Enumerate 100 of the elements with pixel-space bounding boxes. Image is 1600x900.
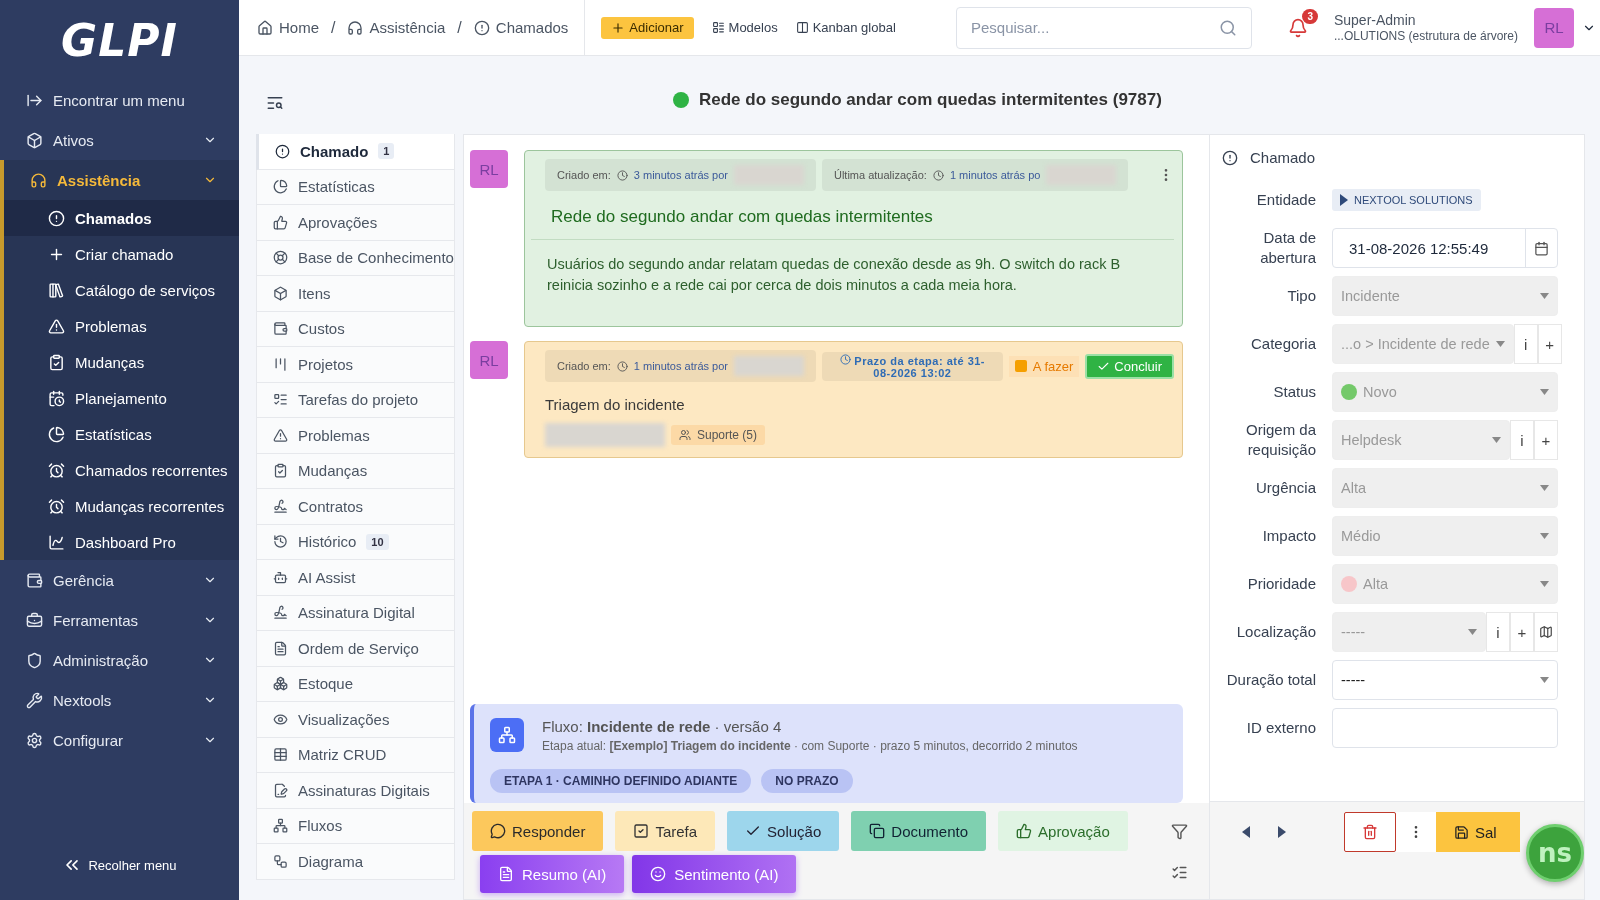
ticket-icon <box>1222 149 1238 166</box>
calendar-icon[interactable] <box>1534 240 1549 256</box>
tab[interactable]: Estatísticas <box>256 169 455 205</box>
tab[interactable]: Aprovações <box>256 205 455 241</box>
caret-icon <box>1495 341 1505 347</box>
tab[interactable]: Problemas <box>256 418 455 454</box>
tab[interactable]: Tarefas do projeto <box>256 382 455 418</box>
date-field[interactable]: 31-08-2026 12:55:49 <box>1332 228 1558 268</box>
action-button[interactable]: Aprovação <box>998 811 1128 851</box>
flow-icon <box>490 718 524 752</box>
author-avatar: RL <box>470 150 508 188</box>
input-field[interactable] <box>1332 708 1558 748</box>
ticket-title: Rede do segundo andar com quedas intermitentes (9787) <box>463 90 1585 134</box>
menu-icon <box>26 131 43 149</box>
glpi-logo[interactable]: GLPI <box>0 0 239 80</box>
breadcrumb-link[interactable]: Chamados <box>473 19 569 36</box>
tab[interactable]: Diagrama <box>256 844 455 880</box>
triangle-icon <box>1278 826 1286 838</box>
tab[interactable]: Chamado 1 <box>256 134 455 170</box>
submenu-item[interactable]: Estatísticas <box>4 416 239 452</box>
trash-icon <box>1362 824 1378 840</box>
action-button[interactable]: Tarefa <box>615 811 716 851</box>
tab-icon <box>273 463 288 479</box>
tab[interactable]: Itens <box>256 276 455 312</box>
submenu-item[interactable]: Dashboard Pro <box>4 524 239 560</box>
menu-icon <box>48 497 65 515</box>
menu-item[interactable]: Nextools <box>0 680 239 720</box>
submenu-item[interactable]: Chamados recorrentes <box>4 452 239 488</box>
menu-item[interactable]: Ferramentas <box>0 600 239 640</box>
submenu-item[interactable]: Planejamento <box>4 380 239 416</box>
flow-title: Fluxo: Incidente de rede · versão 4 <box>542 718 783 735</box>
tab[interactable]: Custos <box>256 311 455 347</box>
find-menu-link[interactable]: Encontrar um menu <box>0 80 239 120</box>
submenu-item[interactable]: Catálogo de serviços <box>4 272 239 308</box>
ai-button[interactable]: Sentimento (AI) <box>632 855 797 893</box>
filter-icon[interactable] <box>1170 823 1188 840</box>
tab[interactable]: Projetos <box>256 347 455 383</box>
tab[interactable]: Assinaturas Digitais <box>256 773 455 809</box>
columns-icon <box>795 21 809 34</box>
bell-icon[interactable] <box>1287 17 1308 38</box>
group-tag: Suporte (5) <box>671 425 766 445</box>
menu-item[interactable]: Assistência <box>4 160 239 200</box>
checklist-icon[interactable] <box>1170 864 1188 881</box>
field-label: ID externo <box>1245 718 1316 738</box>
save-icon <box>1454 824 1469 840</box>
kanban-link[interactable]: Kanban global <box>795 20 896 35</box>
tab[interactable]: Visualizações <box>256 702 455 738</box>
clock-icon <box>839 353 851 365</box>
menu-icon <box>26 571 43 589</box>
tab[interactable]: Mudanças <box>256 453 455 489</box>
search-list-icon[interactable] <box>266 94 284 112</box>
action-button[interactable]: Solução <box>727 811 840 851</box>
collapse-menu-button[interactable]: Recolher menu <box>0 830 239 900</box>
tab[interactable]: Assinatura Digital <box>256 595 455 631</box>
submenu-item[interactable]: Mudanças recorrentes <box>4 488 239 524</box>
plus-icon <box>611 20 626 35</box>
templates-link[interactable]: Modelos <box>711 20 778 35</box>
add-button[interactable]: Adicionar <box>601 16 694 39</box>
followup-text: Usuários do segundo andar relatam quedas de conexão desde as 9h. O switch do rack B reinicia sozinho e a rede cai por cerca de dois minutos a cada meia hora. <box>546 255 1122 295</box>
tab[interactable]: Estoque <box>256 666 455 702</box>
user-name: Super-Admin <box>1333 12 1417 28</box>
notification-count: 3 <box>1302 8 1318 24</box>
action-button[interactable]: Responder <box>472 811 604 851</box>
menu-item[interactable]: Gerência <box>0 560 239 600</box>
search-icon <box>1218 18 1237 37</box>
caret-icon <box>1540 581 1549 587</box>
tab-icon <box>273 498 288 514</box>
select-field[interactable]: ----- <box>1332 660 1558 700</box>
list-icon <box>711 21 725 34</box>
menu-item[interactable]: Administração <box>0 640 239 680</box>
submenu-item[interactable]: Chamados <box>4 200 239 236</box>
menu-item[interactable]: Ativos <box>0 120 239 160</box>
tab[interactable]: Contratos <box>256 489 455 525</box>
flow-badge: NO PRAZO <box>761 769 853 793</box>
tab-icon <box>273 285 288 301</box>
tab[interactable]: Histórico 10 <box>256 524 455 560</box>
tab[interactable]: AI Assist <box>256 560 455 596</box>
save-button[interactable]: Sal <box>1436 812 1520 852</box>
tab[interactable]: Ordem de Serviço <box>256 631 455 667</box>
caret-icon <box>1540 485 1549 491</box>
tab-icon <box>273 640 288 656</box>
task-state: A fazer <box>1008 355 1080 377</box>
tab-icon <box>273 605 288 621</box>
menu-item[interactable]: Configurar <box>0 720 239 760</box>
submenu-item[interactable]: Mudanças <box>4 344 239 380</box>
field-label: Tipo <box>1286 286 1316 306</box>
created-info: Criado em: 3 minutos atrás por <box>545 159 816 191</box>
tab[interactable]: Matriz CRUD <box>256 737 455 773</box>
tab[interactable]: Fluxos <box>256 808 455 844</box>
delete-button[interactable] <box>1344 812 1396 852</box>
breadcrumb-link[interactable]: Assistência <box>347 19 446 36</box>
field-label: Origem da requisição <box>1244 420 1316 460</box>
action-button[interactable]: Documento <box>851 811 987 851</box>
tab[interactable]: Base de Conhecimento <box>256 240 455 276</box>
triangle-icon <box>1340 194 1348 206</box>
breadcrumb-link[interactable]: Home <box>257 19 319 36</box>
submenu-item[interactable]: Problemas <box>4 308 239 344</box>
entity-tag[interactable]: NEXTOOL SOLUTIONS <box>1332 189 1481 211</box>
submenu-item[interactable]: Criar chamado <box>4 236 239 272</box>
ai-button[interactable]: Resumo (AI) <box>480 855 625 893</box>
